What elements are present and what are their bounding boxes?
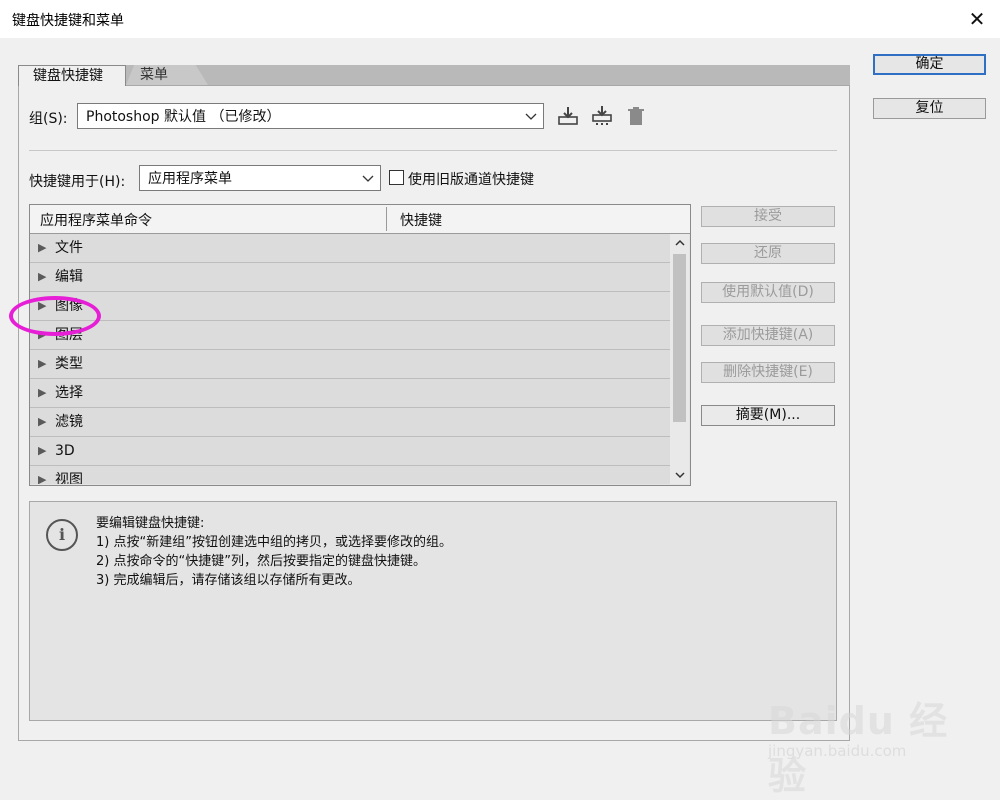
accept-button[interactable]: 接受 <box>701 206 835 227</box>
scroll-down-icon[interactable] <box>670 466 689 484</box>
info-icon: i <box>46 519 78 551</box>
scroll-up-icon[interactable] <box>670 234 689 252</box>
expand-triangle-icon[interactable]: ▶ <box>38 234 46 262</box>
table-row[interactable]: ▶ 3D <box>30 437 670 466</box>
column-header-command[interactable]: 应用程序菜单命令 <box>40 210 152 230</box>
legacy-channel-shortcuts-label: 使用旧版通道快捷键 <box>408 172 534 188</box>
table-row[interactable]: ▶ 滤镜 <box>30 408 670 437</box>
chevron-down-icon <box>525 104 537 139</box>
ok-button[interactable]: 确定 <box>873 54 986 75</box>
shortcuts-for-select[interactable]: 应用程序菜单 <box>139 165 381 191</box>
row-label: 滤镜 <box>55 414 83 430</box>
table-row[interactable]: ▶ 视图 <box>30 466 670 484</box>
save-new-set-icon[interactable] <box>591 105 613 127</box>
info-step: 3) 完成编辑后，请存储该组以存储所有更改。 <box>96 573 361 588</box>
delete-shortcut-button[interactable]: 删除快捷键(E) <box>701 362 835 383</box>
shortcuts-for-value: 应用程序菜单 <box>148 171 232 187</box>
scrollbar-thumb[interactable] <box>673 254 686 422</box>
row-label: 3D <box>55 443 75 459</box>
watermark-url: jingyan.baidu.com <box>768 742 907 760</box>
summarize-button[interactable]: 摘要(M)... <box>701 405 835 426</box>
chevron-down-icon <box>362 166 374 201</box>
expand-triangle-icon[interactable]: ▶ <box>38 350 46 378</box>
expand-triangle-icon[interactable]: ▶ <box>38 379 46 407</box>
legacy-channel-shortcuts-checkbox[interactable] <box>389 170 404 185</box>
trash-icon[interactable] <box>625 105 647 127</box>
column-header-shortcut[interactable]: 快捷键 <box>400 210 442 230</box>
row-label: 文件 <box>55 240 83 256</box>
info-box: i 要编辑键盘快捷键: 1) 点按“新建组”按钮创建选中组的拷贝，或选择要修改的… <box>29 501 837 721</box>
expand-triangle-icon[interactable]: ▶ <box>38 408 46 436</box>
dialog-body: 键盘快捷键 菜单 组(S): Photoshop 默认值 （已修改） 快捷键用于… <box>0 38 1000 798</box>
window-title: 键盘快捷键和菜单 <box>12 13 124 29</box>
shortcuts-for-label: 快捷键用于(H): <box>29 174 126 190</box>
save-set-icon[interactable] <box>557 105 579 127</box>
table-row[interactable]: ▶ 选择 <box>30 379 670 408</box>
divider <box>29 150 837 151</box>
close-icon[interactable]: ✕ <box>954 0 1000 38</box>
watermark: Baidu 经验 jingyan.baidu.com <box>768 674 968 798</box>
row-label: 选择 <box>55 385 83 401</box>
row-label: 视图 <box>55 472 83 484</box>
annotation-circle <box>9 296 101 336</box>
shortcuts-panel: 组(S): Photoshop 默认值 （已修改） 快捷键用于(H): 应用程序… <box>18 85 850 741</box>
set-select[interactable]: Photoshop 默认值 （已修改） <box>77 103 544 129</box>
table-row[interactable]: ▶ 图层 <box>30 321 670 350</box>
title-bar: 键盘快捷键和菜单 ✕ <box>0 0 1000 38</box>
vertical-scrollbar[interactable] <box>670 234 689 484</box>
tab-keyboard-shortcuts[interactable]: 键盘快捷键 <box>18 65 126 86</box>
tab-menus[interactable]: 菜单 <box>126 65 208 85</box>
table-row[interactable]: ▶ 类型 <box>30 350 670 379</box>
use-default-button[interactable]: 使用默认值(D) <box>701 282 835 303</box>
set-select-value: Photoshop 默认值 （已修改） <box>86 109 281 125</box>
row-label: 编辑 <box>55 269 83 285</box>
add-shortcut-button[interactable]: 添加快捷键(A) <box>701 325 835 346</box>
table-rows: ▶ 文件 ▶ 编辑 ▶ 图像 ▶ 图层 ▶ 类型 ▶ 选择 ▶ 滤镜 ▶ 3D ▶ 视图 <box>30 234 670 484</box>
info-heading: 要编辑键盘快捷键: <box>96 516 205 531</box>
expand-triangle-icon[interactable]: ▶ <box>38 437 46 465</box>
tab-strip: 键盘快捷键 菜单 <box>18 65 850 86</box>
row-label: 类型 <box>55 356 83 372</box>
shortcuts-table: 应用程序菜单命令 快捷键 ▶ 文件 ▶ 编辑 ▶ 图像 ▶ 图层 ▶ 类型 ▶ 选择 ▶ 滤镜… <box>29 204 691 486</box>
info-step: 2) 点按命令的“快捷键”列，然后按要指定的键盘快捷键。 <box>96 554 426 569</box>
table-row[interactable]: ▶ 文件 <box>30 234 670 263</box>
undo-button[interactable]: 还原 <box>701 243 835 264</box>
expand-triangle-icon[interactable]: ▶ <box>38 263 46 291</box>
table-row[interactable]: ▶ 编辑 <box>30 263 670 292</box>
column-divider[interactable] <box>386 207 387 231</box>
set-label: 组(S): <box>29 111 68 127</box>
info-text: 要编辑键盘快捷键: 1) 点按“新建组”按钮创建选中组的拷贝，或选择要修改的组。… <box>96 514 452 590</box>
reset-button[interactable]: 复位 <box>873 98 986 119</box>
expand-triangle-icon[interactable]: ▶ <box>38 466 46 484</box>
table-header: 应用程序菜单命令 快捷键 <box>30 205 690 234</box>
info-step: 1) 点按“新建组”按钮创建选中组的拷贝，或选择要修改的组。 <box>96 535 452 550</box>
table-row[interactable]: ▶ 图像 <box>30 292 670 321</box>
